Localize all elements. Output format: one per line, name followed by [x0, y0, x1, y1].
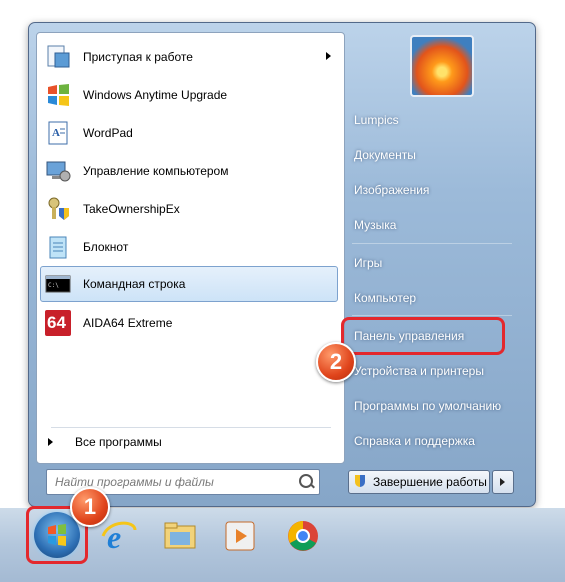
computer-management-icon [45, 158, 71, 184]
program-item-notepad[interactable]: Блокнот [41, 229, 337, 265]
right-link-pictures[interactable]: Изображения [354, 183, 429, 197]
aida64-icon: 64 [45, 310, 71, 336]
callout-badge-2: 2 [316, 342, 356, 382]
user-avatar[interactable] [410, 35, 474, 97]
chrome-taskbar-button[interactable] [283, 516, 323, 556]
right-link-help-support[interactable]: Справка и поддержка [354, 434, 475, 448]
explorer-taskbar-button[interactable] [161, 516, 201, 556]
shutdown-button[interactable]: Завершение работы [348, 470, 490, 494]
program-label: Управление компьютером [83, 164, 229, 178]
right-link-devices-printers[interactable]: Устройства и принтеры [354, 364, 484, 378]
svg-text:A: A [52, 127, 60, 139]
right-link-default-programs[interactable]: Программы по умолчанию [354, 399, 501, 413]
expand-arrow-icon [48, 438, 53, 446]
wordpad-icon: A [45, 120, 71, 146]
folder-icon [164, 522, 196, 549]
program-label: WordPad [83, 126, 133, 140]
program-label: TakeOwnershipEx [83, 202, 180, 216]
program-item-computer-management[interactable]: Управление компьютером [41, 153, 337, 189]
internet-explorer-icon: e [101, 519, 137, 555]
program-item-wordpad[interactable]: A WordPad [41, 115, 337, 151]
svg-text:C:\: C:\ [48, 282, 59, 289]
getting-started-icon [45, 44, 71, 70]
notepad-icon [45, 234, 71, 260]
control-panel-highlight-box [341, 317, 505, 355]
right-link-documents[interactable]: Документы [354, 148, 416, 162]
program-item-aida64[interactable]: 64 AIDA64 Extreme [41, 305, 337, 341]
program-item-takeownership[interactable]: TakeOwnershipEx [41, 191, 337, 227]
program-item-command-prompt[interactable]: C:\ Командная строка [40, 266, 338, 302]
programs-pane: Приступая к работе Windows Anytime Upgra… [36, 32, 345, 464]
all-programs-button[interactable]: Все программы [44, 430, 324, 454]
media-player-taskbar-button[interactable] [220, 516, 260, 556]
search-icon[interactable] [299, 474, 313, 488]
program-item-anytime-upgrade[interactable]: Windows Anytime Upgrade [41, 77, 337, 113]
shutdown-options-button[interactable] [492, 470, 514, 494]
take-ownership-icon [45, 196, 71, 222]
internet-explorer-taskbar-button[interactable]: e [99, 516, 139, 556]
right-link-music[interactable]: Музыка [354, 218, 396, 232]
program-label: Блокнот [83, 240, 129, 254]
search-placeholder: Найти программы и файлы [55, 475, 214, 489]
shutdown-label: Завершение работы [373, 475, 487, 489]
separator [51, 427, 331, 428]
right-link-user[interactable]: Lumpics [354, 113, 399, 127]
windows-flag-icon [45, 82, 71, 108]
program-label: Windows Anytime Upgrade [83, 88, 228, 102]
chrome-icon [288, 521, 318, 551]
all-programs-label: Все программы [75, 435, 162, 449]
command-prompt-icon: C:\ [45, 271, 71, 297]
shield-icon [355, 475, 365, 487]
right-link-games[interactable]: Игры [354, 256, 382, 270]
program-label: Приступая к работе [83, 50, 193, 64]
submenu-arrow-icon [326, 52, 331, 60]
callout-badge-1: 1 [70, 487, 110, 527]
program-label: AIDA64 Extreme [83, 316, 173, 330]
right-link-computer[interactable]: Компьютер [354, 291, 416, 305]
program-item-getting-started[interactable]: Приступая к работе [41, 39, 337, 75]
program-label: Командная строка [83, 277, 186, 291]
media-player-icon [225, 521, 255, 551]
separator [352, 315, 512, 316]
separator [352, 243, 512, 244]
